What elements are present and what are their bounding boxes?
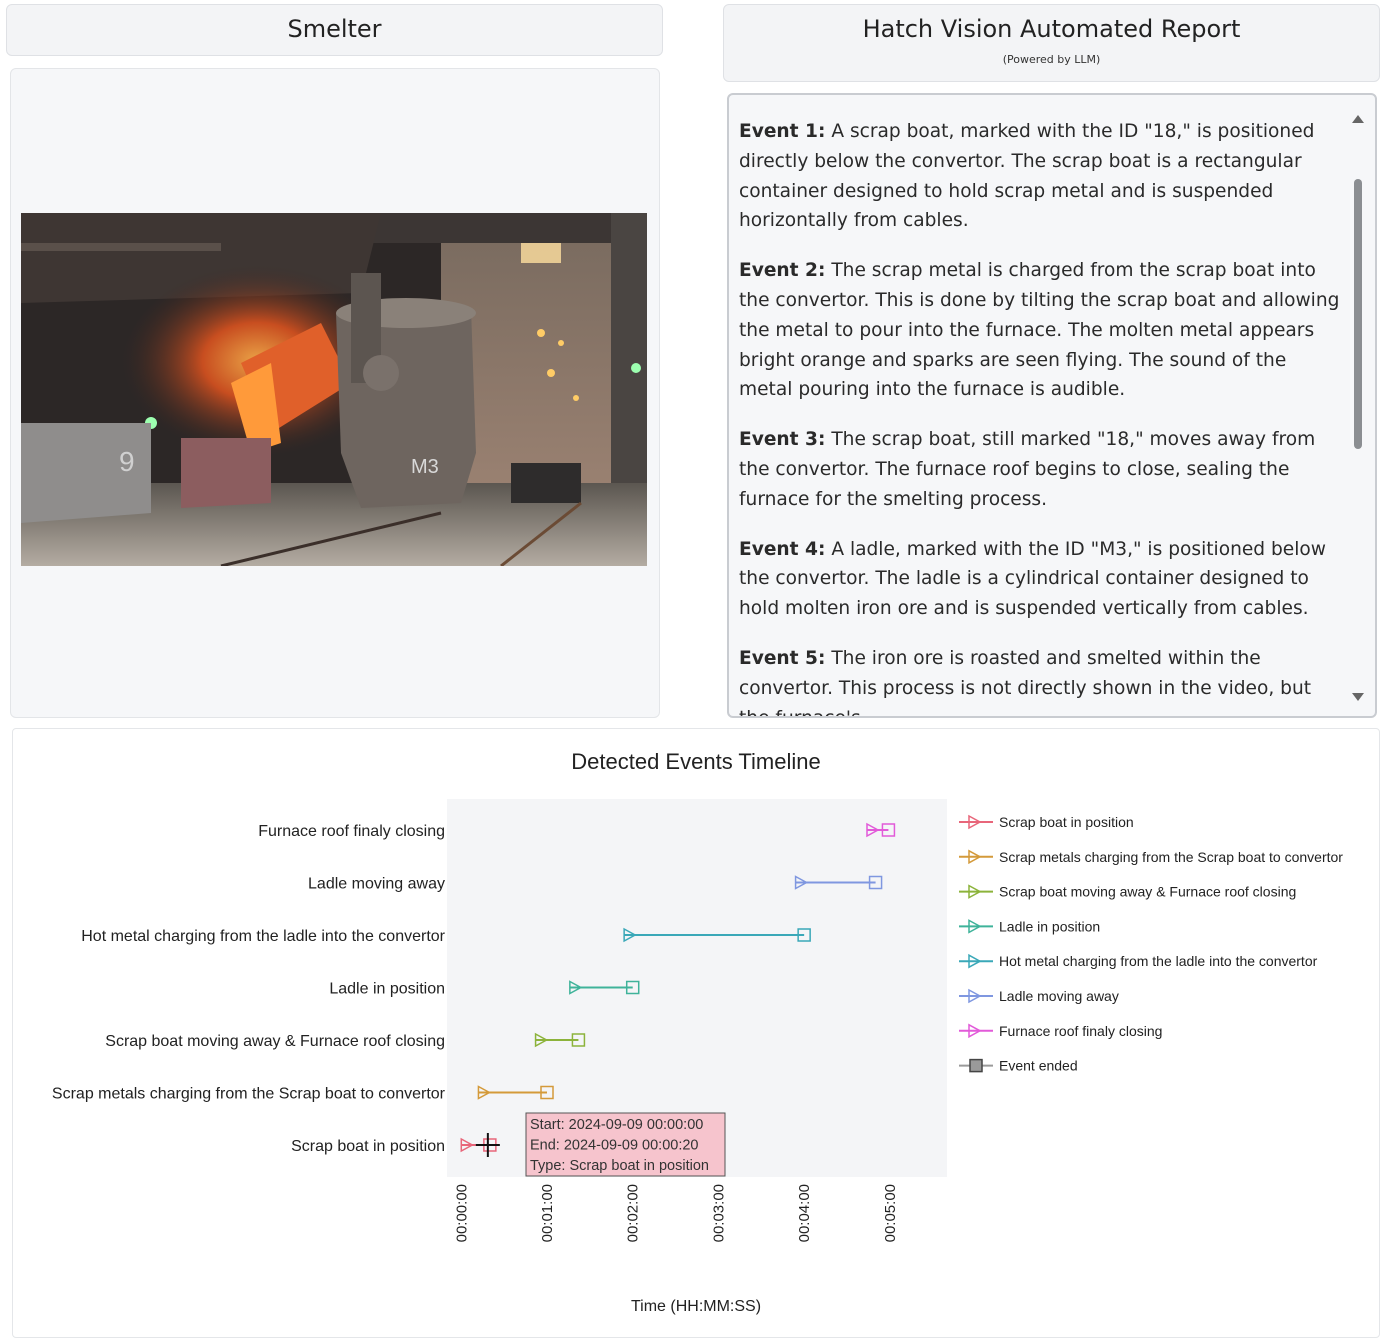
event-label: Ladle in position — [329, 981, 445, 998]
scroll-down-icon[interactable] — [1352, 693, 1364, 701]
report-title: Hatch Vision Automated Report — [862, 15, 1241, 43]
event-label: Scrap boat in position — [291, 1138, 445, 1155]
legend-item[interactable]: Furnace roof finaly closing — [959, 1023, 1162, 1039]
report-text: Event 1: A scrap boat, marked with the I… — [739, 117, 1344, 716]
event-label: Scrap boat moving away & Furnace roof cl… — [105, 1033, 445, 1050]
smelter-video-frame[interactable]: 9 M3 — [21, 213, 647, 566]
legend-label: Scrap metals charging from the Scrap boa… — [999, 849, 1343, 865]
report-subtitle: (Powered by LLM) — [1002, 53, 1101, 66]
x-tick-label: 00:01:00 — [539, 1184, 556, 1242]
legend-item[interactable]: Scrap boat moving away & Furnace roof cl… — [959, 884, 1296, 900]
legend-label: Scrap boat moving away & Furnace roof cl… — [999, 884, 1296, 900]
x-tick-label: 00:02:00 — [625, 1184, 642, 1242]
x-tick-label: 00:05:00 — [882, 1184, 899, 1242]
x-axis-label: Time (HH:MM:SS) — [631, 1298, 761, 1315]
smelter-title: Smelter — [287, 15, 382, 43]
tooltip-line: Type: Scrap boat in position — [530, 1158, 709, 1174]
legend-label: Furnace roof finaly closing — [999, 1023, 1162, 1039]
hover-tooltip: Start: 2024-09-09 00:00:00 End: 2024-09-0… — [525, 1112, 726, 1177]
scroll-up-icon[interactable] — [1352, 115, 1364, 123]
event-label: Furnace roof finaly closing — [258, 823, 445, 840]
report-event-2: Event 2: The scrap metal is charged from… — [739, 260, 1340, 401]
tooltip-line: End: 2024-09-09 00:00:20 — [530, 1138, 699, 1154]
legend-item[interactable]: Hot metal charging from the ladle into t… — [959, 953, 1318, 969]
legend-item[interactable]: Scrap boat in position — [959, 814, 1134, 830]
smelter-video-image: 9 M3 — [21, 213, 647, 566]
legend-label: Ladle in position — [999, 918, 1100, 934]
report-panel-header: Hatch Vision Automated Report (Powered b… — [723, 4, 1380, 82]
report-event-4: Event 4: A ladle, marked with the ID "M3… — [739, 538, 1326, 620]
legend-marker — [969, 1058, 983, 1073]
x-tick-label: 00:00:00 — [453, 1184, 470, 1242]
legend-label: Ladle moving away — [999, 988, 1119, 1004]
x-tick-label: 00:03:00 — [710, 1184, 727, 1242]
legend-label: Hot metal charging from the ladle into t… — [999, 953, 1318, 969]
legend-label: Event ended — [999, 1058, 1078, 1074]
legend-item[interactable]: Scrap metals charging from the Scrap boa… — [959, 849, 1343, 865]
report-text-box[interactable]: Event 1: A scrap boat, marked with the I… — [727, 93, 1377, 718]
legend-item[interactable]: Ladle moving away — [959, 988, 1119, 1004]
x-tick-label: 00:04:00 — [796, 1184, 813, 1242]
event-label: Hot metal charging from the ladle into t… — [81, 928, 445, 945]
event-label: Scrap metals charging from the Scrap boa… — [52, 1086, 446, 1103]
scroll-thumb[interactable] — [1354, 179, 1362, 449]
report-event-5: Event 5: The iron ore is roasted and sme… — [739, 647, 1312, 716]
timeline-chart[interactable]: Detected Events Timeline Scrap boat in p… — [13, 729, 1381, 1339]
legend-item-ended[interactable]: Event ended — [959, 1058, 1078, 1074]
ladle-marking: M3 — [411, 456, 439, 478]
report-event-3: Event 3: The scrap boat, still marked "1… — [739, 429, 1316, 510]
tooltip-line: Start: 2024-09-09 00:00:00 — [530, 1117, 703, 1133]
chart-title: Detected Events Timeline — [571, 749, 820, 774]
boat-marking: 9 — [119, 446, 135, 477]
legend-label: Scrap boat in position — [999, 814, 1134, 830]
smelter-panel-header: Smelter — [6, 4, 663, 56]
legend-item[interactable]: Ladle in position — [959, 918, 1100, 934]
timeline-panel: Detected Events Timeline Scrap boat in p… — [12, 728, 1380, 1338]
event-label: Ladle moving away — [308, 876, 445, 893]
report-scrollbar[interactable] — [1349, 107, 1367, 707]
report-event-1: Event 1: A scrap boat, marked with the I… — [739, 121, 1315, 232]
